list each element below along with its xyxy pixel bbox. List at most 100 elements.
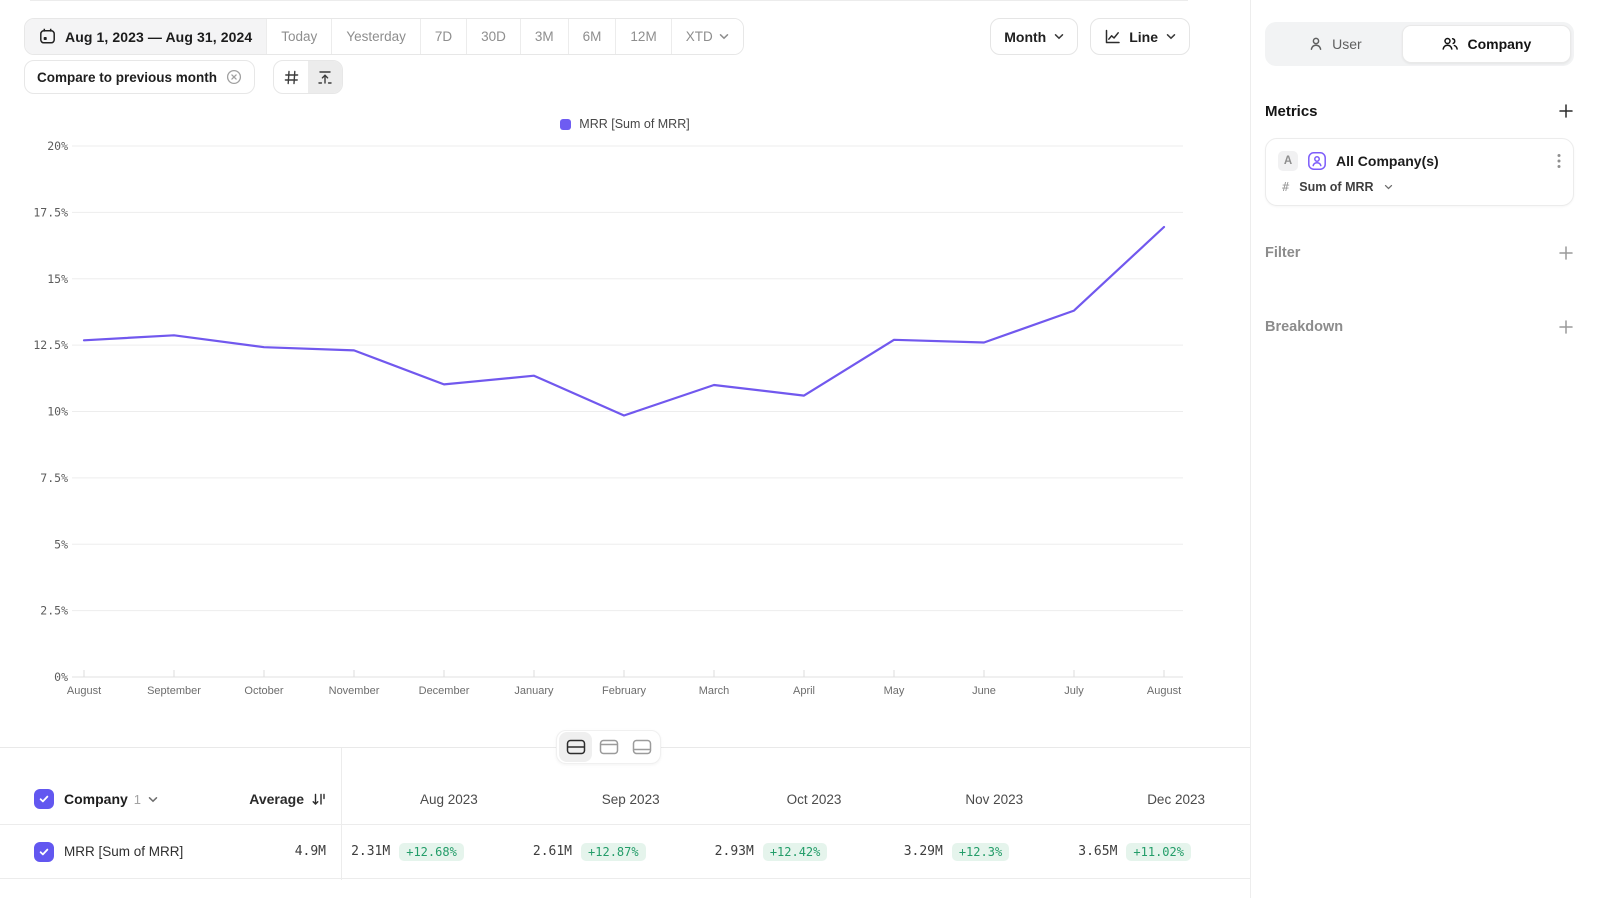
chevron-down-icon <box>1166 33 1176 40</box>
period-7d-button[interactable]: 7D <box>420 19 466 54</box>
row-checkbox[interactable] <box>34 842 54 862</box>
mrr-line-chart[interactable]: 0%2.5%5%7.5%10%12.5%15%17.5%20%AugustSep… <box>0 0 1250 745</box>
legend-swatch <box>560 119 571 130</box>
toggle-user-label: User <box>1332 36 1362 52</box>
submetric-selector[interactable]: # Sum of MRR <box>1278 180 1561 194</box>
month-cell: 2.31M +12.68% <box>341 843 523 861</box>
compare-chip-label: Compare to previous month <box>37 70 217 85</box>
metric-card[interactable]: A All Company(s) # Sum of MRR <box>1265 138 1574 206</box>
svg-text:10%: 10% <box>47 405 68 419</box>
sort-descending-icon <box>311 792 326 807</box>
month-cell: 3.29M+12.3% <box>886 843 1068 861</box>
chevron-down-icon <box>719 33 729 40</box>
granularity-dropdown[interactable]: Month <box>990 18 1078 55</box>
analytics-dashboard: { "colors": { "accent_purple": "#6a53f0"… <box>0 0 1600 898</box>
change-badge: +12.68% <box>399 843 464 861</box>
date-range-button[interactable]: Aug 1, 2023 — Aug 31, 2024 <box>25 19 266 54</box>
entity-toggle: User Company <box>1265 22 1574 66</box>
period-xtd-dropdown[interactable]: XTD <box>671 19 743 54</box>
period-6m-button[interactable]: 6M <box>568 19 616 54</box>
date-range-label: Aug 1, 2023 — Aug 31, 2024 <box>65 29 252 45</box>
add-breakdown-button[interactable] <box>1558 319 1574 335</box>
company-count: 1 <box>134 792 141 807</box>
filter-section: Filter <box>1265 236 1574 270</box>
svg-text:September: September <box>147 685 201 697</box>
metric-letter-badge: A <box>1278 151 1298 171</box>
date-range-control: Aug 1, 2023 — Aug 31, 2024 Today Yesterd… <box>24 18 744 55</box>
granularity-label: Month <box>1004 29 1046 45</box>
month-cell: 2.93M+12.42% <box>705 843 887 861</box>
svg-text:July: July <box>1064 685 1084 697</box>
metrics-section-header: Metrics <box>1265 96 1574 126</box>
average-column-label: Average <box>249 791 304 807</box>
chart-option-toggles <box>273 60 343 94</box>
grid-toggle-button[interactable] <box>274 61 308 93</box>
toggle-user[interactable]: User <box>1268 25 1402 63</box>
month-column-header: Sep 2023 <box>523 792 705 807</box>
calendar-icon <box>39 28 56 45</box>
company-column-label[interactable]: Company <box>64 791 128 807</box>
month-headers: Aug 2023Sep 2023Oct 2023Nov 2023Dec 2023 <box>341 792 1250 807</box>
company-entity-icon <box>1307 151 1327 171</box>
table-row-left: MRR [Sum of MRR] 4.9M <box>0 842 341 862</box>
toolbar-row2: Compare to previous month <box>24 60 343 94</box>
svg-text:0%: 0% <box>54 670 68 684</box>
company-users-icon <box>1441 36 1459 52</box>
chart-type-dropdown[interactable]: Line <box>1090 18 1190 55</box>
svg-text:15%: 15% <box>47 272 68 286</box>
compare-chip[interactable]: Compare to previous month <box>24 60 255 94</box>
svg-text:17.5%: 17.5% <box>33 205 68 219</box>
table-header-row: Company 1 Average <box>0 748 1250 825</box>
metric-menu-button[interactable] <box>1557 153 1561 169</box>
svg-text:5%: 5% <box>54 537 68 551</box>
month-cells: 2.31M +12.68% 2.61M +12.87% 2.93M+12.42%3.29… <box>341 843 1250 861</box>
svg-text:December: December <box>419 685 470 697</box>
month-cell: 3.65M+11.02% <box>1068 843 1250 861</box>
svg-text:August: August <box>1147 685 1181 697</box>
svg-text:20%: 20% <box>47 139 68 153</box>
period-30d-button[interactable]: 30D <box>466 19 520 54</box>
month-column-header: Aug 2023 <box>341 792 523 807</box>
annotations-toggle-button[interactable] <box>308 61 342 93</box>
user-icon <box>1308 36 1324 52</box>
svg-text:12.5%: 12.5% <box>33 338 68 352</box>
toggle-company-label: Company <box>1467 36 1531 52</box>
period-yesterday-button[interactable]: Yesterday <box>331 19 420 54</box>
select-all-checkbox[interactable] <box>34 789 54 809</box>
mrr-value: 2.31M <box>351 844 390 859</box>
results-table: Company 1 Average <box>0 748 1250 898</box>
period-today-button[interactable]: Today <box>266 19 331 54</box>
chart-legend: MRR [Sum of MRR] <box>0 117 1250 131</box>
remove-compare-icon[interactable] <box>226 69 242 85</box>
chevron-down-icon <box>1054 33 1064 40</box>
average-value: 4.9M <box>295 844 341 859</box>
toolbar: Aug 1, 2023 — Aug 31, 2024 Today Yesterd… <box>24 18 1190 55</box>
change-badge: +12.42% <box>763 843 828 861</box>
main-panel: 0%2.5%5%7.5%10%12.5%15%17.5%20%AugustSep… <box>0 0 1250 898</box>
toggle-company[interactable]: Company <box>1402 25 1571 63</box>
add-metric-button[interactable] <box>1558 103 1574 119</box>
chevron-down-icon <box>1384 184 1393 190</box>
add-filter-button[interactable] <box>1558 245 1574 261</box>
svg-text:November: November <box>329 685 380 697</box>
chevron-down-icon[interactable] <box>148 796 158 803</box>
month-column-header: Nov 2023 <box>886 792 1068 807</box>
query-sidebar: User Company Metrics A <box>1250 0 1600 898</box>
svg-text:March: March <box>699 685 730 697</box>
period-xtd-label: XTD <box>686 29 713 44</box>
svg-text:January: January <box>514 685 554 697</box>
mrr-value: 2.61M <box>533 844 572 859</box>
average-sort-control[interactable]: Average <box>249 791 341 807</box>
svg-text:7.5%: 7.5% <box>40 471 68 485</box>
table-row: MRR [Sum of MRR] 4.9M 2.31M +12.68% 2.61M +… <box>0 825 1250 879</box>
chart-type-label: Line <box>1129 29 1158 45</box>
svg-text:April: April <box>793 685 815 697</box>
period-3m-button[interactable]: 3M <box>520 19 568 54</box>
filter-label: Filter <box>1265 245 1300 261</box>
period-12m-button[interactable]: 12M <box>615 19 670 54</box>
metric-row-label: MRR [Sum of MRR] <box>64 844 183 859</box>
month-cell: 2.61M +12.87% <box>523 843 705 861</box>
change-badge: +12.87% <box>581 843 646 861</box>
metrics-title: Metrics <box>1265 103 1318 120</box>
change-badge: +11.02% <box>1126 843 1191 861</box>
